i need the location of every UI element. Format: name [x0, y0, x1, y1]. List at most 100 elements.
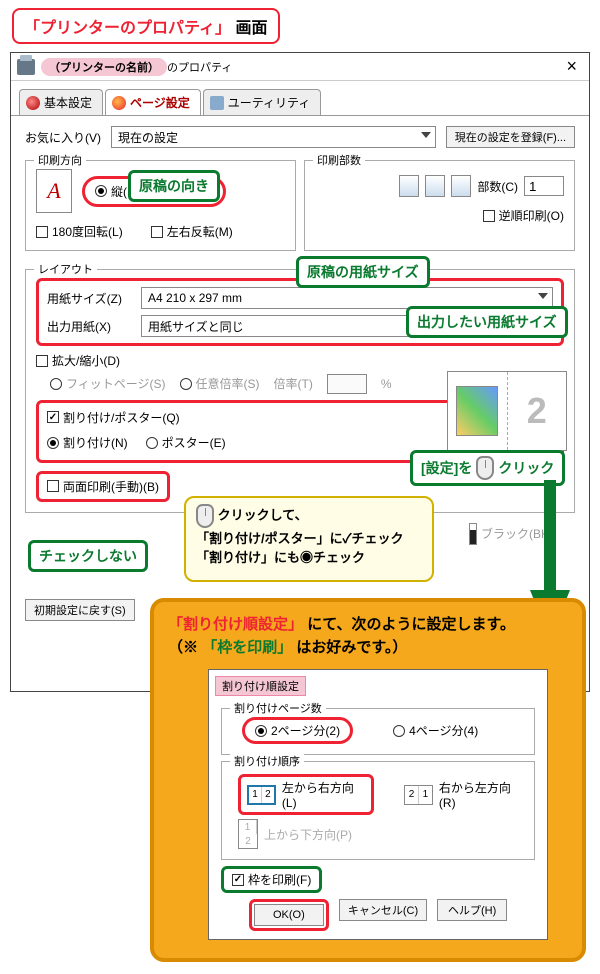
copies-group: 印刷部数 部数(C) 逆順印刷(O) — [304, 160, 575, 251]
ok-button[interactable]: OK(O) — [254, 904, 324, 926]
checkbox-rotate180-label: 180度回転(L) — [52, 223, 123, 240]
order-rl-icon: 21 — [404, 785, 433, 805]
callout-paper-output: 出力したい用紙サイズ — [406, 306, 568, 338]
callout-orientation: 原稿の向き — [128, 170, 220, 202]
checkbox-reverse-label: 逆順印刷(O) — [499, 207, 564, 224]
printer-icon — [17, 59, 35, 75]
checkbox-icon — [47, 411, 59, 423]
ratio-unit: % — [381, 377, 392, 391]
copies-group-title: 印刷部数 — [313, 152, 365, 168]
checkbox-reverse-order[interactable]: 逆順印刷(O) — [483, 207, 564, 224]
gear-icon — [26, 96, 40, 110]
copies-input[interactable] — [524, 176, 564, 196]
page-heading-red: 「プリンターのプロパティ」 — [24, 20, 231, 37]
tab-bar: 基本設定 ページ設定 ユーティリティ — [11, 81, 589, 116]
tab-basic[interactable]: 基本設定 — [19, 89, 103, 115]
radio-dot-icon — [393, 725, 405, 737]
checkbox-print-frame[interactable]: 枠を印刷(F) — [232, 871, 311, 888]
radio-nup[interactable]: 割り付け(N) — [47, 434, 128, 451]
radio-nup-label: 割り付け(N) — [63, 434, 128, 451]
favorites-row: お気に入り(V) 現在の設定 現在の設定を登録(F)... — [25, 126, 575, 148]
tab-utility[interactable]: ユーティリティ — [203, 89, 322, 115]
radio-poster[interactable]: ポスター(E) — [146, 434, 226, 451]
explainer-head2-pre: （※ — [168, 639, 198, 656]
orientation-group-title: 印刷方向 — [34, 152, 86, 168]
checkbox-mirror[interactable]: 左右反転(M) — [151, 223, 233, 240]
checkbox-icon — [151, 226, 163, 238]
radio-4pages[interactable]: 4ページ分(4) — [393, 722, 478, 739]
order-tb-label: 上から下方向(P) — [264, 826, 352, 843]
nup-order-dialog: 割り付け順設定 割り付けページ数 2ページ分(2) 4ページ分(4) 割り付け順… — [208, 669, 548, 940]
callout-click-pre: [設定]を — [421, 458, 472, 478]
pages-per-sheet-title: 割り付けページ数 — [230, 700, 326, 716]
nup-order-dialog-title: 割り付け順設定 — [215, 676, 306, 696]
mouse-icon — [196, 504, 214, 528]
title-bar: （プリンターの名前） のプロパティ × — [11, 53, 589, 81]
order-lr-icon[interactable]: 12 — [247, 785, 276, 805]
radio-2pages-label: 2ページ分(2) — [271, 722, 340, 739]
tab-page-label: ページ設定 — [130, 94, 190, 111]
radio-arbitrary-label: 任意倍率(S) — [196, 375, 260, 392]
checkbox-nup-label: 割り付け/ポスター(Q) — [63, 409, 180, 426]
checkbox-icon — [483, 210, 495, 222]
duplex-highlight: 両面印刷(手動)(B) — [36, 471, 170, 502]
order-rl-label: 右から左方向(R) — [439, 779, 524, 810]
help-button[interactable]: ヘルプ(H) — [437, 899, 507, 921]
layout-group-title: レイアウト — [34, 261, 97, 277]
highlight-left-to-right: 12 左から右方向(L) — [238, 774, 374, 815]
layout-order-title: 割り付け順序 — [230, 753, 304, 769]
checkbox-scale[interactable]: 拡大/縮小(D) — [36, 352, 120, 369]
layout-preview-thumb: 2 — [447, 371, 567, 451]
radio-dot-icon — [255, 725, 267, 737]
order-tb-icon: 12 — [238, 819, 258, 849]
register-favorite-button[interactable]: 現在の設定を登録(F)... — [446, 126, 575, 148]
chevron-down-icon — [421, 132, 431, 138]
title-printer-name: （プリンターの名前） — [41, 58, 167, 76]
close-button[interactable]: × — [560, 56, 583, 77]
tab-page-setup[interactable]: ページ設定 — [105, 89, 201, 115]
tab-utility-label: ユーティリティ — [228, 94, 311, 111]
highlight-2pages: 2ページ分(2) — [242, 717, 353, 744]
cloud-line3: 「割り付け」にも◉チェック — [196, 547, 422, 566]
checkbox-rotate180[interactable]: 180度回転(L) — [36, 223, 123, 240]
checkbox-icon — [232, 874, 244, 886]
palette-icon — [112, 96, 126, 110]
explainer-head-red: 「割り付け順設定」 — [168, 616, 303, 633]
order-right-to-left[interactable]: 21 右から左方向(R) — [404, 779, 524, 810]
cloud-instruction: クリックして、 「割り付け/ポスター」に✓チェック 「割り付け」にも◉チェック — [184, 496, 434, 582]
explainer-heading: 「割り付け順設定」 にて、次のように設定します。 （※ 「枠を印刷」 はお好みで… — [168, 614, 568, 659]
title-suffix: のプロパティ — [167, 59, 232, 75]
checkbox-duplex-manual[interactable]: 両面印刷(手動)(B) — [47, 478, 159, 495]
output-paper-label: 出力用紙(X) — [47, 318, 133, 335]
cloud-line2: 「割り付け/ポスター」に✓チェック — [196, 528, 422, 547]
explainer-head2-post: はお好みです。） — [296, 639, 407, 656]
radio-poster-label: ポスター(E) — [162, 434, 226, 451]
page-heading-black: 画面 — [236, 20, 268, 37]
radio-dot-icon — [180, 378, 192, 390]
checkbox-nup-poster[interactable]: 割り付け/ポスター(Q) — [47, 409, 180, 426]
checkbox-scale-label: 拡大/縮小(D) — [52, 352, 120, 369]
checkbox-mirror-label: 左右反転(M) — [167, 223, 233, 240]
tab-basic-label: 基本設定 — [44, 94, 92, 111]
cancel-button[interactable]: キャンセル(C) — [339, 899, 427, 921]
restore-defaults-button[interactable]: 初期設定に戻す(S) — [25, 599, 135, 621]
nup-order-explainer-panel: 「割り付け順設定」 にて、次のように設定します。 （※ 「枠を印刷」 はお好みで… — [150, 598, 586, 962]
checkbox-icon — [36, 355, 48, 367]
radio-dot-icon — [95, 185, 107, 197]
favorites-select[interactable]: 現在の設定 — [111, 126, 436, 148]
radio-fit-label: フィットページ(S) — [66, 375, 166, 392]
radio-dot-icon — [50, 378, 62, 390]
callout-no-check: チェックしない — [28, 540, 148, 572]
output-paper-value: 用紙サイズと同じ — [148, 318, 244, 335]
chevron-down-icon — [538, 293, 548, 299]
order-lr-label: 左から右方向(L) — [282, 779, 365, 810]
cloud-line1: クリックして、 — [218, 507, 308, 522]
page-heading-badge: 「プリンターのプロパティ」 画面 — [12, 8, 280, 44]
radio-4pages-label: 4ページ分(4) — [409, 722, 478, 739]
highlight-print-frame: 枠を印刷(F) — [221, 866, 322, 893]
layout-order-group: 割り付け順序 12 左から右方向(L) 21 右から左方向(R) 12 上から下… — [221, 761, 535, 860]
radio-2pages[interactable]: 2ページ分(2) — [255, 722, 340, 739]
inner-dialog-buttons: OK(O) キャンセル(C) ヘルプ(H) — [209, 899, 547, 931]
ratio-label: 倍率(T) — [274, 375, 313, 392]
pages-per-sheet-group: 割り付けページ数 2ページ分(2) 4ページ分(4) — [221, 708, 535, 755]
